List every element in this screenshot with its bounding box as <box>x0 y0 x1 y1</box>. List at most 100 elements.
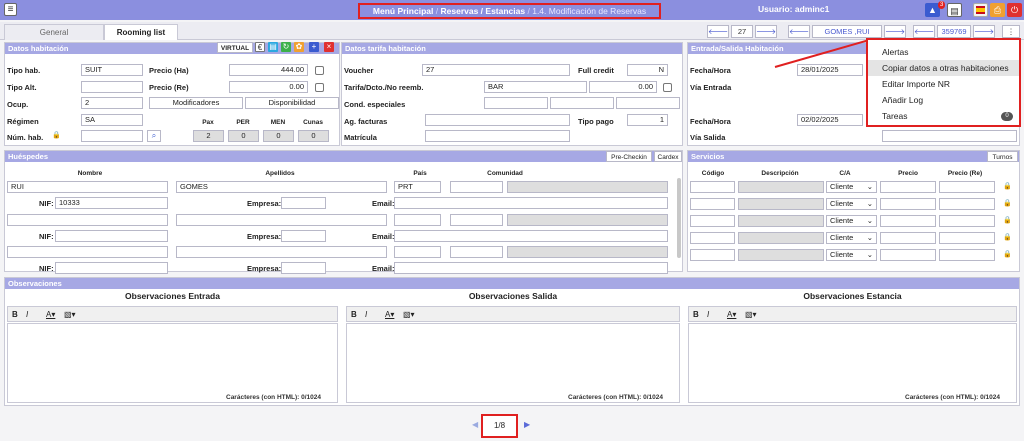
highlight-button[interactable]: ▧▾ <box>64 310 76 319</box>
menu-item-tareas[interactable]: Tareas <box>868 108 1019 124</box>
service-ca-select[interactable]: Cliente ⌄ <box>826 198 877 210</box>
cond-field-1[interactable] <box>484 97 548 109</box>
italic-button[interactable]: I <box>365 310 367 319</box>
code-field[interactable]: 359769 <box>937 25 971 38</box>
fecha-entrada-field[interactable]: 28/01/2025 <box>797 64 863 76</box>
bold-button[interactable]: B <box>351 310 357 319</box>
service-ca-select[interactable]: Cliente ⌄ <box>826 181 877 193</box>
pax-field[interactable]: 2 <box>193 130 224 142</box>
guest-comunidad-field[interactable] <box>450 181 503 193</box>
disponibilidad-button[interactable]: Disponibilidad <box>245 97 339 109</box>
matricula-field[interactable] <box>425 130 570 142</box>
bold-button[interactable]: B <box>693 310 699 319</box>
euro-icon[interactable]: € <box>255 42 265 52</box>
precio-re-field[interactable]: 0.00 <box>229 81 308 93</box>
service-precio-field[interactable] <box>880 181 936 193</box>
service-precio-re-field[interactable] <box>939 181 995 193</box>
tab-rooming-list[interactable]: Rooming list <box>104 24 178 40</box>
power-icon[interactable]: ⏻ <box>1007 3 1022 17</box>
cunas-field[interactable]: 0 <box>298 130 329 142</box>
guest-comunidad-field[interactable] <box>450 246 503 258</box>
precio-re-checkbox[interactable] <box>315 83 324 92</box>
guest-nif-field[interactable] <box>55 230 168 242</box>
precheckin-button[interactable]: Pre-Checkin <box>606 151 652 162</box>
settings-icon[interactable]: ✿ <box>294 42 304 52</box>
precio-ha-field[interactable]: 444.00 <box>229 64 308 76</box>
tarifa-field[interactable]: BAR <box>484 81 587 93</box>
bold-button[interactable]: B <box>12 310 18 319</box>
service-desc-field[interactable] <box>738 181 824 193</box>
service-precio-field[interactable] <box>880 198 936 210</box>
guest-nif-field[interactable]: 10333 <box>55 197 168 209</box>
menu-item-copiar-datos[interactable]: Copiar datos a otras habitaciones <box>868 60 1019 76</box>
ag-facturas-field[interactable] <box>425 114 570 126</box>
highlight-button[interactable]: ▧▾ <box>745 310 757 319</box>
service-code-field[interactable] <box>690 215 735 227</box>
service-desc-field[interactable] <box>738 215 824 227</box>
font-color-button[interactable]: A▾ <box>46 310 55 319</box>
pager-prev-icon[interactable]: ◀ <box>472 420 478 429</box>
search-icon[interactable]: ⌕ <box>147 130 161 142</box>
guest-selector[interactable]: GOMES ,RUI <box>812 25 882 38</box>
service-precio-re-field[interactable] <box>939 198 995 210</box>
ocup-field[interactable]: 2 <box>81 97 143 109</box>
service-code-field[interactable] <box>690 198 735 210</box>
prev-code-button[interactable]: 🡐 <box>913 25 935 38</box>
lock-icon[interactable]: 🔒 <box>1003 216 1012 225</box>
lock-icon[interactable]: 🔒 <box>1003 182 1012 191</box>
guest-pais-field[interactable]: PRT <box>394 181 441 193</box>
regimen-field[interactable]: SA <box>81 114 143 126</box>
tipo-pago-field[interactable]: 1 <box>627 114 668 126</box>
lock-icon[interactable]: 🔒 <box>1003 250 1012 259</box>
voucher-field[interactable]: 27 <box>422 64 570 76</box>
editor-area[interactable] <box>346 323 680 403</box>
guest-pais-field[interactable] <box>394 214 441 226</box>
breadcrumb-home[interactable]: Menú Principal <box>373 6 433 16</box>
add-icon[interactable]: + <box>309 42 319 52</box>
breadcrumb-reservas[interactable]: Reservas / Estancias <box>441 6 526 16</box>
guest-email-field[interactable] <box>394 230 668 242</box>
cond-field-2[interactable] <box>550 97 614 109</box>
service-precio-re-field[interactable] <box>939 249 995 261</box>
service-ca-select[interactable]: Cliente ⌄ <box>826 249 877 261</box>
tipo-hab-field[interactable]: SUIT <box>81 64 143 76</box>
guest-apellidos-field[interactable] <box>176 246 387 258</box>
men-field[interactable]: 0 <box>263 130 294 142</box>
precio-ha-checkbox[interactable] <box>315 66 324 75</box>
guest-nif-field[interactable] <box>55 262 168 274</box>
service-code-field[interactable] <box>690 232 735 244</box>
guest-nombre-field[interactable] <box>7 246 168 258</box>
num-hab-field[interactable] <box>81 130 143 142</box>
guest-nombre-field[interactable] <box>7 214 168 226</box>
tarifa-checkbox[interactable] <box>663 83 672 92</box>
font-color-button[interactable]: A▾ <box>385 310 394 319</box>
italic-button[interactable]: I <box>707 310 709 319</box>
guest-pais-field[interactable] <box>394 246 441 258</box>
lock-icon[interactable]: 🔒 <box>52 131 61 140</box>
prev-guest-button[interactable]: 🡐 <box>788 25 810 38</box>
service-precio-field[interactable] <box>880 249 936 261</box>
guest-empresa-field[interactable] <box>281 230 326 242</box>
service-precio-re-field[interactable] <box>939 232 995 244</box>
fecha-salida-field[interactable]: 02/02/2025 <box>797 114 863 126</box>
cond-field-3[interactable] <box>616 97 680 109</box>
tab-general[interactable]: General <box>4 24 104 40</box>
more-menu-button[interactable]: ⋮ <box>1002 25 1020 38</box>
full-credit-field[interactable]: N <box>627 64 668 76</box>
guest-apellidos-field[interactable]: GOMES <box>176 181 387 193</box>
via-salida-field[interactable] <box>882 130 1017 142</box>
menu-item-alertas[interactable]: Alertas <box>868 44 1019 60</box>
menu-item-editar-importe[interactable]: Editar Importe NR <box>868 76 1019 92</box>
guest-email-field[interactable] <box>394 262 668 274</box>
guest-comunidad-field[interactable] <box>450 214 503 226</box>
editor-area[interactable] <box>7 323 338 403</box>
print-icon[interactable]: ⎙ <box>990 3 1005 17</box>
menu-item-anadir-log[interactable]: Añadir Log <box>868 92 1019 108</box>
cardex-button[interactable]: Cardex <box>654 151 682 162</box>
calendar-icon[interactable]: ▤ <box>947 3 962 17</box>
service-ca-select[interactable]: Cliente ⌄ <box>826 215 877 227</box>
service-code-field[interactable] <box>690 181 735 193</box>
prev-button[interactable]: 🡐 <box>707 25 729 38</box>
tipo-alt-field[interactable] <box>81 81 143 93</box>
italic-button[interactable]: I <box>26 310 28 319</box>
